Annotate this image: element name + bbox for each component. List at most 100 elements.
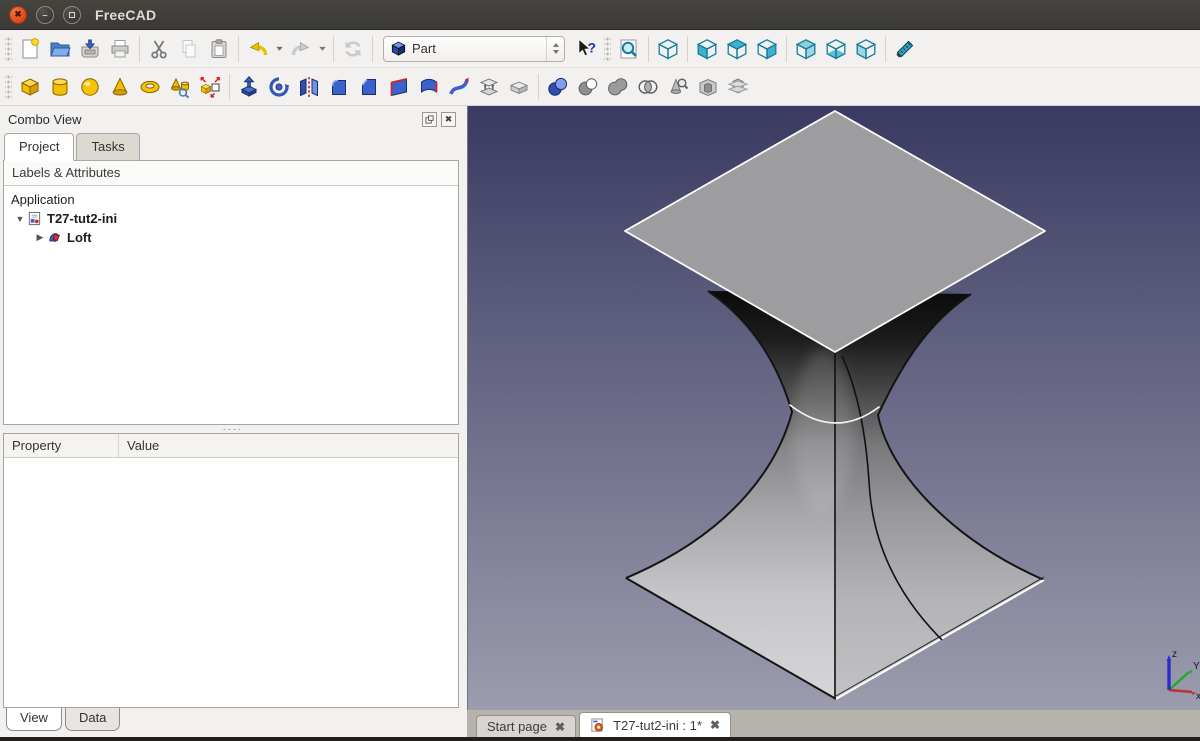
primitives-icon[interactable]: [165, 72, 195, 102]
toolbar-separator: [333, 36, 334, 62]
refresh-icon[interactable]: [338, 34, 368, 64]
undo-icon[interactable]: [243, 34, 273, 64]
tab-tasks[interactable]: Tasks: [76, 133, 139, 161]
new-icon[interactable]: [15, 34, 45, 64]
toolbar-separator: [372, 36, 373, 62]
fit-all-icon[interactable]: [614, 34, 644, 64]
view-top-icon[interactable]: [722, 34, 752, 64]
redo-icon[interactable]: [286, 34, 316, 64]
axonometric-icon[interactable]: [653, 34, 683, 64]
undo-arrow-icon[interactable]: [273, 34, 286, 64]
whats-this-icon[interactable]: [571, 34, 601, 64]
property-editor-box: Property Value: [3, 433, 459, 708]
redo-arrow-icon[interactable]: [316, 34, 329, 64]
open-icon[interactable]: [45, 34, 75, 64]
3d-viewport[interactable]: z Y x: [467, 106, 1200, 710]
workbench-part-icon: [390, 40, 407, 57]
close-tab-icon[interactable]: ✖: [555, 720, 565, 734]
mdi-tab-start-page[interactable]: Start page ✖: [476, 715, 576, 737]
toolbar-separator: [885, 36, 886, 62]
cross-sections-icon[interactable]: [723, 72, 753, 102]
tab-data[interactable]: Data: [65, 707, 120, 731]
expand-closed-icon[interactable]: ▶: [33, 232, 47, 243]
standard-toolbar: [15, 34, 368, 64]
toolbar-separator: [238, 36, 239, 62]
minimize-window-button[interactable]: –: [36, 6, 54, 24]
print-icon[interactable]: [105, 34, 135, 64]
revolve-icon[interactable]: [264, 72, 294, 102]
model-tree-box: Labels & Attributes Application ▼ T27-tu…: [3, 160, 459, 425]
combo-view-panel: Combo View ✖ Project Tasks Labels & Attr…: [0, 106, 462, 737]
axis-z-label: z: [1172, 649, 1177, 660]
float-panel-icon[interactable]: [422, 112, 437, 127]
view-toolbar: [614, 34, 920, 64]
toolbar-drag-handle[interactable]: [5, 74, 12, 100]
mdi-tab-document[interactable]: T27-tut2-ini : 1* ✖: [579, 712, 731, 737]
view-left-icon[interactable]: [851, 34, 881, 64]
toolbar-separator: [648, 36, 649, 62]
workbench-selector[interactable]: Part: [383, 36, 565, 62]
surface-sheen: [793, 349, 853, 513]
section-icon[interactable]: [504, 72, 534, 102]
combo-view-tabs: Project Tasks: [0, 132, 462, 160]
toolbar-separator: [139, 36, 140, 62]
union-icon[interactable]: [603, 72, 633, 102]
check-geometry-icon[interactable]: [663, 72, 693, 102]
save-icon[interactable]: [75, 34, 105, 64]
view-right-icon[interactable]: [752, 34, 782, 64]
close-tab-icon[interactable]: ✖: [710, 718, 720, 732]
boolean-icon[interactable]: [543, 72, 573, 102]
torus-icon[interactable]: [135, 72, 165, 102]
maximize-window-button[interactable]: [63, 6, 81, 24]
loft-icon[interactable]: [474, 72, 504, 102]
expand-open-icon[interactable]: ▼: [13, 214, 27, 224]
tab-project[interactable]: Project: [4, 133, 74, 161]
sphere-icon[interactable]: [75, 72, 105, 102]
toolbar-drag-handle[interactable]: [5, 36, 12, 62]
box-icon[interactable]: [15, 72, 45, 102]
cut-icon[interactable]: [144, 34, 174, 64]
cylinder-icon[interactable]: [45, 72, 75, 102]
workbench-spinner[interactable]: [546, 37, 564, 61]
chamfer-icon[interactable]: [354, 72, 384, 102]
fillet-icon[interactable]: [324, 72, 354, 102]
copy-icon[interactable]: [174, 34, 204, 64]
cone-icon[interactable]: [105, 72, 135, 102]
screen-edge: [0, 737, 1200, 741]
toolbar-separator: [538, 74, 539, 100]
freecad-document-icon: [590, 718, 605, 733]
tree-item-loft[interactable]: ▶ Loft: [4, 228, 458, 247]
axis-y-label: Y: [1193, 661, 1200, 672]
ruled-surface-icon[interactable]: [414, 72, 444, 102]
make-face-icon[interactable]: [384, 72, 414, 102]
view-front-icon[interactable]: [692, 34, 722, 64]
tab-view[interactable]: View: [6, 707, 62, 731]
intersection-icon[interactable]: [633, 72, 663, 102]
part-toolbar-row: [0, 68, 1200, 106]
extrude-icon[interactable]: [234, 72, 264, 102]
thickness-icon[interactable]: [693, 72, 723, 102]
document-icon: [27, 211, 42, 226]
part-toolbar: [15, 72, 753, 102]
shape-builder-icon[interactable]: [195, 72, 225, 102]
main-toolbar-row: Part: [0, 30, 1200, 68]
close-window-button[interactable]: ✖: [9, 6, 27, 24]
window-title: FreeCAD: [95, 7, 156, 23]
view-rear-icon[interactable]: [791, 34, 821, 64]
horizontal-splitter[interactable]: [0, 425, 462, 433]
toolbar-separator: [687, 36, 688, 62]
close-panel-icon[interactable]: ✖: [441, 112, 456, 127]
tree-item-document[interactable]: ▼ T27-tut2-ini: [4, 209, 458, 228]
property-editor-tabs: View Data: [0, 708, 462, 737]
cut-boolean-icon[interactable]: [573, 72, 603, 102]
view-bottom-icon[interactable]: [821, 34, 851, 64]
measure-distance-icon[interactable]: [890, 34, 920, 64]
paste-icon[interactable]: [204, 34, 234, 64]
mdi-area: z Y x Start page ✖ T27-tut2-ini : 1* ✖: [467, 106, 1200, 737]
sweep-icon[interactable]: [444, 72, 474, 102]
tree-item-application[interactable]: Application: [4, 190, 458, 209]
combo-view-title: Combo View: [8, 112, 81, 127]
toolbar-drag-handle[interactable]: [604, 36, 611, 62]
mirror-icon[interactable]: [294, 72, 324, 102]
title-bar: ✖ – FreeCAD: [0, 0, 1200, 30]
